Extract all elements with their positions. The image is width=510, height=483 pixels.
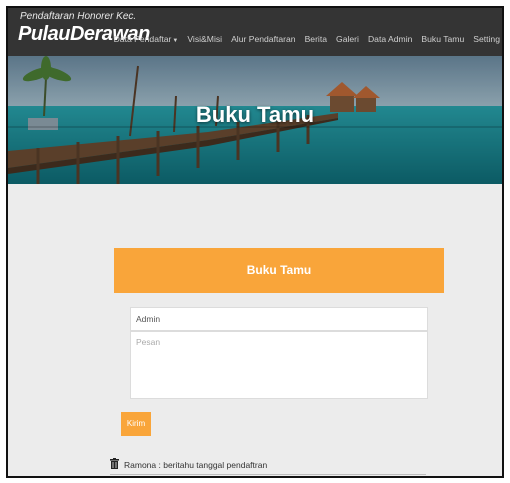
send-button[interactable]: Kirim	[121, 412, 151, 436]
trash-icon[interactable]	[110, 458, 119, 469]
brand-subtitle: Pendaftaran Honorer Kec.	[20, 11, 137, 22]
comment-item: Ramona : beritahu tanggal pendaftran	[110, 455, 426, 475]
nav-item-data-pendaftar[interactable]: Data Pendaftar▼	[114, 34, 179, 44]
comment-text: Ramona : beritahu tanggal pendaftran	[124, 460, 268, 470]
name-input[interactable]: Admin	[130, 307, 428, 331]
caret-down-icon: ▼	[172, 38, 179, 44]
nav-label: Data Pendaftar	[113, 34, 172, 44]
nav-item-setting[interactable]: Setting	[473, 34, 500, 44]
nav-item-alur-pendaftaran[interactable]: Alur Pendaftaran	[231, 34, 296, 44]
browser-frame: Pendaftaran Honorer Kec. PulauDerawan Da…	[6, 6, 504, 478]
hero-title: Buku Tamu	[195, 102, 315, 127]
nav-item-visi-misi[interactable]: Visi&Misi	[187, 34, 222, 44]
navbar: Pendaftaran Honorer Kec. PulauDerawan Da…	[8, 8, 502, 56]
nav-menu: Data Pendaftar▼ Visi&Misi Alur Pendaftar…	[114, 34, 500, 44]
nav-item-buku-tamu[interactable]: Buku Tamu	[421, 34, 464, 44]
nav-item-data-admin[interactable]: Data Admin	[368, 34, 412, 44]
message-textarea[interactable]: Pesan	[130, 331, 428, 399]
guestbook-panel-header: Buku Tamu	[114, 248, 444, 293]
hero-banner: Buku Tamu	[8, 56, 502, 184]
nav-item-galeri[interactable]: Galeri	[336, 34, 359, 44]
nav-item-berita[interactable]: Berita	[305, 34, 327, 44]
